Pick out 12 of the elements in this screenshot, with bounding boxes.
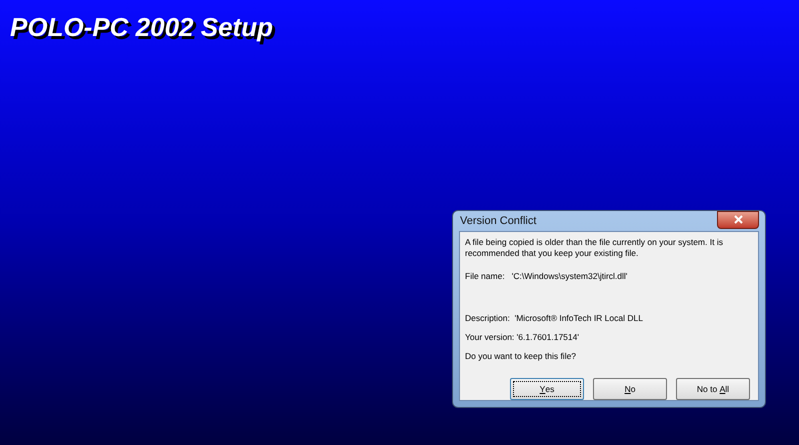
close-button[interactable] <box>717 210 759 228</box>
dialog-button[interactable]: Yes <box>510 378 584 400</box>
close-icon <box>734 215 742 224</box>
description-text: Description: 'Microsoft® InfoTech IR Local DLL <box>465 313 644 324</box>
setup-title: POLO-PC 2002 Setup <box>10 14 273 40</box>
file-name-text: File name: 'C:\Windows\system32\jtircl.dll' <box>465 271 628 282</box>
version-text: Your version: '6.1.7601.17514' <box>465 332 580 343</box>
question-text: Do you want to keep this file? <box>465 351 578 362</box>
message-text: A file being copied is older than the file currently on your system. It is recommended that you keep your existing file. <box>465 237 724 259</box>
dialog-button[interactable]: No <box>593 378 667 400</box>
dialog-title: Version Conflict <box>459 214 536 229</box>
dialog-button[interactable]: No to All <box>676 378 750 400</box>
